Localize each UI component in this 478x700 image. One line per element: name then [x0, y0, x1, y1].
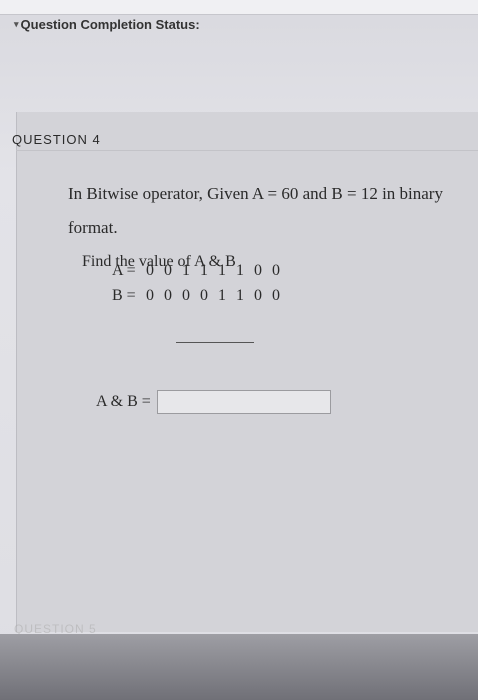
result-divider [176, 342, 254, 343]
binary-label-b: B = [112, 287, 136, 304]
question-statement: In Bitwise operator, Given A = 60 and B … [68, 184, 443, 237]
answer-label: A & B = [96, 393, 151, 410]
binary-row-b: B = 0 0 0 0 1 1 0 0 [112, 283, 283, 308]
binary-values: A = 0 0 1 1 1 1 0 0 B = 0 0 0 0 1 1 0 0 [112, 258, 283, 308]
answer-row: A & B = [96, 390, 331, 414]
answer-input[interactable] [156, 390, 331, 414]
binary-value-b: 0 0 0 0 1 1 0 0 [146, 287, 283, 304]
binary-row-a: A = 0 0 1 1 1 1 0 0 [112, 258, 283, 283]
binary-value-a: 0 0 1 1 1 1 0 0 [146, 262, 283, 279]
bottom-shadow [0, 634, 478, 700]
top-stripe [0, 0, 478, 15]
status-bar: ▾ Question Completion Status: [0, 14, 478, 38]
status-label: Question Completion Status: [20, 17, 200, 32]
page: ▾ Question Completion Status: QUESTION 4… [0, 0, 478, 700]
question-title: QUESTION 4 [12, 132, 101, 147]
binary-label-a: A = [112, 262, 136, 279]
chevron-down-icon: ▾ [14, 19, 19, 29]
question-completion-status[interactable]: ▾ Question Completion Status: [14, 17, 200, 32]
